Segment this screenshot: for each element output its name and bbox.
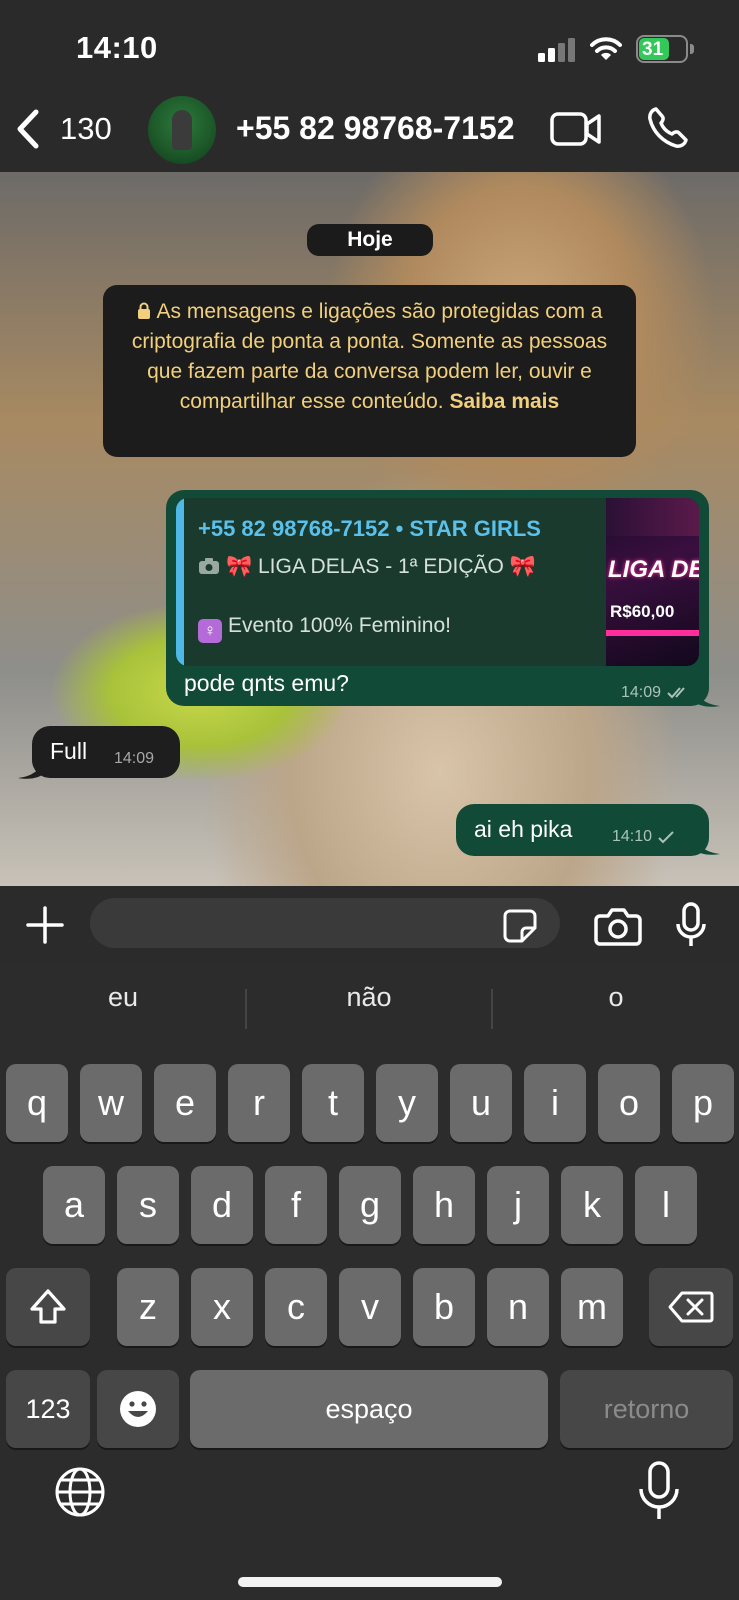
female-sign-icon: ♀ [198,619,222,643]
suggestion[interactable]: o [493,977,739,1017]
message-meta: 14:09 [621,684,691,702]
message-meta: 14:10 [612,828,674,846]
battery-icon: 31 [636,35,688,63]
quote-thumbnail: LIGA DELAS R$60,00 [606,498,699,666]
emoji-icon [120,1391,156,1427]
numbers-key[interactable]: 123 [6,1370,90,1448]
key-p[interactable]: p [672,1064,734,1142]
message-time: 14:10 [612,828,653,845]
key-a[interactable]: a [43,1166,105,1244]
message-time: 14:09 [114,750,155,767]
keyboard: eu não o q w e r t y u i o p a s d f g h… [0,963,739,1600]
thumbnail-title: LIGA DELAS [608,556,699,583]
key-e[interactable]: e [154,1064,216,1142]
key-q[interactable]: q [6,1064,68,1142]
dictation-microphone-icon[interactable] [636,1461,682,1523]
key-y[interactable]: y [376,1064,438,1142]
chat-area[interactable]: Hoje As mensagens e ligações são protegi… [0,172,739,886]
key-n[interactable]: n [487,1268,549,1346]
key-w[interactable]: w [80,1064,142,1142]
key-l[interactable]: l [635,1166,697,1244]
sticker-icon[interactable] [502,908,538,944]
shift-icon [30,1289,66,1324]
thumbnail-price: R$60,00 [610,602,675,621]
wifi-icon [590,37,622,60]
backspace-icon [668,1291,714,1323]
incoming-message[interactable]: Full 14:09 [32,726,180,778]
contact-avatar[interactable] [148,96,216,164]
back-button[interactable]: 130 [14,108,112,150]
contact-name[interactable]: +55 82 98768-7152 [236,110,532,147]
key-r[interactable]: r [228,1064,290,1142]
key-u[interactable]: u [450,1064,512,1142]
message-composer [0,886,739,963]
camera-icon [199,558,219,574]
date-separator: Hoje [307,224,433,256]
unread-count: 130 [60,111,112,146]
key-s[interactable]: s [117,1166,179,1244]
shift-key[interactable] [6,1268,90,1346]
lock-icon [137,302,150,319]
key-o[interactable]: o [598,1064,660,1142]
outgoing-message[interactable]: ai eh pika 14:10 [456,804,709,856]
status-time: 14:10 [76,30,158,65]
key-h[interactable]: h [413,1166,475,1244]
key-i[interactable]: i [524,1064,586,1142]
message-input[interactable] [90,898,560,948]
chevron-left-icon [17,109,39,149]
message-time: 14:09 [620,684,661,701]
quote-title: 🎀 LIGA DELAS - 1ª EDIÇÃO 🎀 [198,554,598,579]
suggestion[interactable]: eu [0,977,246,1017]
message-text: pode qnts emu? [184,670,349,696]
suggestion-bar: eu não o [0,963,739,1031]
key-m[interactable]: m [561,1268,623,1346]
double-check-icon [667,687,685,699]
key-k[interactable]: k [561,1166,623,1244]
chat-header: 14:10 31 130 +55 82 98768-7152 [0,0,739,172]
encryption-notice[interactable]: As mensagens e ligações são protegidas c… [103,285,636,457]
globe-icon[interactable] [54,1466,106,1518]
key-f[interactable]: f [265,1166,327,1244]
battery-level: 31 [642,39,664,60]
key-c[interactable]: c [265,1268,327,1346]
microphone-icon[interactable] [676,902,706,948]
key-j[interactable]: j [487,1166,549,1244]
key-v[interactable]: v [339,1268,401,1346]
key-x[interactable]: x [191,1268,253,1346]
key-d[interactable]: d [191,1166,253,1244]
camera-icon[interactable] [594,906,642,946]
key-b[interactable]: b [413,1268,475,1346]
home-indicator[interactable] [238,1577,502,1587]
return-key[interactable]: retorno [560,1370,733,1448]
phone-icon[interactable] [646,106,688,150]
message-text: ai eh pika [474,816,573,842]
ribbon-icon: 🎀 [226,554,253,578]
learn-more-link[interactable]: Saiba mais [449,390,559,413]
quoted-message[interactable]: +55 82 98768-7152 • STAR GIRLS 🎀 LIGA DE… [176,498,699,666]
video-call-icon[interactable] [550,110,602,148]
message-text: Full [50,738,88,764]
single-check-icon [658,830,674,843]
key-z[interactable]: z [117,1268,179,1346]
ribbon-icon: 🎀 [509,554,536,578]
quote-author: +55 82 98768-7152 • STAR GIRLS [198,516,541,541]
space-key[interactable]: espaço [190,1370,548,1448]
bubble-tail [692,680,720,707]
cellular-signal-icon [538,38,575,62]
plus-icon[interactable] [26,906,64,944]
outgoing-message[interactable]: +55 82 98768-7152 • STAR GIRLS 🎀 LIGA DE… [166,490,709,706]
bubble-tail [692,828,720,855]
key-t[interactable]: t [302,1064,364,1142]
backspace-key[interactable] [649,1268,733,1346]
key-g[interactable]: g [339,1166,401,1244]
quote-subtitle: ♀ Evento 100% Feminino! [198,614,598,643]
emoji-key[interactable] [97,1370,179,1448]
suggestion[interactable]: não [246,977,492,1017]
